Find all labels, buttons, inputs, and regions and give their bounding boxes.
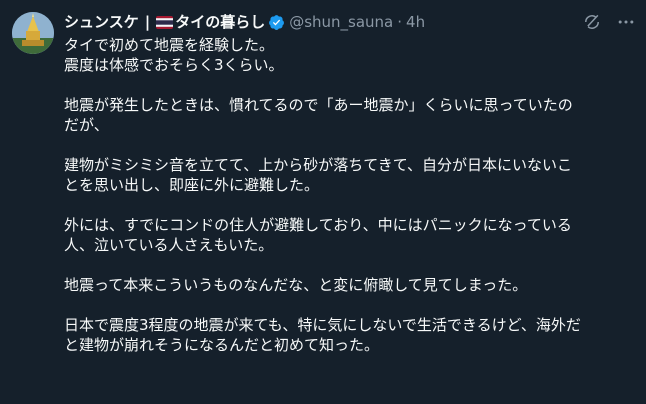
tweet-paragraph: 地震が発生したときは、慣れてるので「あー地震か」くらいに思っていたの だが、	[64, 96, 573, 134]
author-display-name-suffix[interactable]: タイの暮らし	[175, 12, 265, 32]
tweet-top-actions	[582, 12, 636, 32]
author-display-name[interactable]: シュンスケ	[64, 12, 139, 32]
tweet-card[interactable]: シュンスケ | タイの暮らし @shun_sauna · 4h タイで初めて地震…	[0, 0, 646, 404]
tweet-paragraph: 外には、すでにコンドの住人が避難しており、中にはパニックになっている 人、泣いて…	[64, 216, 572, 254]
tweet-paragraph: 地震って本来こういうものなんだな、と変に俯瞰して見てしまった。	[64, 276, 528, 294]
tweet-header: シュンスケ | タイの暮らし @shun_sauna · 4h	[64, 11, 425, 33]
more-options-icon[interactable]	[616, 12, 636, 32]
tweet-text: タイで初めて地震を経験した。 震度は体感でおそらく3くらい。 地震が発生したとき…	[64, 35, 636, 355]
tweet-paragraph: タイで初めて地震を経験した。 震度は体感でおそらく3くらい。	[64, 36, 284, 74]
thailand-flag-icon	[156, 15, 174, 29]
header-dot: ·	[397, 13, 403, 31]
tweet-paragraph: 日本で震度3程度の地震が来ても、特に気にしないで生活できるけど、海外だ と建物が…	[64, 316, 581, 354]
verified-badge-icon	[268, 14, 285, 31]
avatar-image	[12, 12, 54, 54]
name-separator: |	[144, 13, 151, 31]
author-avatar[interactable]	[12, 12, 54, 54]
grok-icon[interactable]	[582, 12, 602, 32]
tweet-timestamp[interactable]: 4h	[406, 12, 425, 32]
tweet-paragraph: 建物がミシミシ音を立てて、上から砂が落ちてきて、自分が日本にいないこ とを思い出…	[64, 156, 573, 194]
author-handle[interactable]: @shun_sauna	[289, 12, 393, 32]
